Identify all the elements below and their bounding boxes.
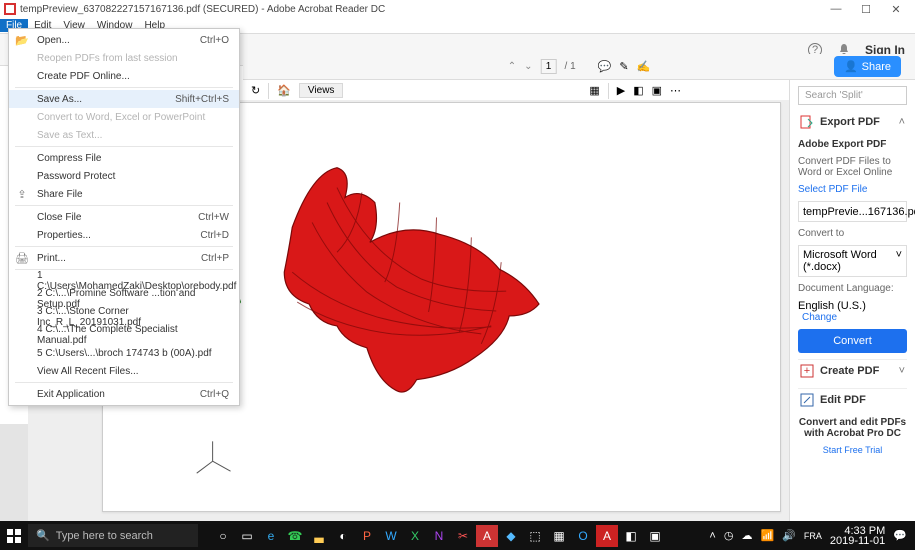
selected-file-label: tempPrevie...167136.pdf	[803, 206, 915, 218]
edit-promo-text: Convert and edit PDFs with Acrobat Pro D…	[798, 417, 907, 439]
task-snip[interactable]: ✂	[452, 525, 474, 547]
task-excel[interactable]: X	[404, 525, 426, 547]
print-icon: 🖨	[15, 251, 29, 265]
task-cortana[interactable]: ○	[212, 525, 234, 547]
menu-password[interactable]: Password Protect	[9, 167, 239, 185]
tray-time: 4:33 PM	[830, 526, 885, 536]
separator	[15, 205, 233, 206]
separator	[15, 246, 233, 247]
adobe-export-title: Adobe Export PDF	[798, 139, 907, 150]
convert-to-label: Convert to	[798, 228, 907, 239]
task-app-3[interactable]: ▦	[548, 525, 570, 547]
menu-exit[interactable]: Exit ApplicationCtrl+Q	[9, 385, 239, 403]
share-icon: ⇪	[15, 187, 29, 201]
convert-button[interactable]: Convert	[798, 329, 907, 353]
tray-volume-icon[interactable]: 🔊	[782, 529, 796, 542]
tray-date: 2019-11-01	[830, 536, 885, 546]
task-word[interactable]: W	[380, 525, 402, 547]
pdf-icon	[4, 3, 16, 15]
task-onenote[interactable]: N	[428, 525, 450, 547]
file-menu: 📂 Open... Ctrl+O Reopen PDFs from last s…	[8, 28, 240, 406]
export-icon	[800, 115, 814, 129]
tray-notifications-icon[interactable]: 💬	[893, 529, 907, 542]
task-explorer[interactable]: ▃	[308, 525, 330, 547]
open-icon: 📂	[15, 33, 29, 47]
menu-save-text: Save as Text...	[9, 126, 239, 144]
chevron-up-icon: ˄	[899, 116, 905, 128]
maximize-button[interactable]: ☐	[851, 0, 881, 18]
task-edge[interactable]: e	[260, 525, 282, 547]
export-pdf-label: Export PDF	[820, 116, 893, 128]
task-whatsapp[interactable]: ☎	[284, 525, 306, 547]
export-pdf-row[interactable]: Export PDF ˄	[798, 111, 907, 133]
task-autocad[interactable]: A	[476, 525, 498, 547]
svg-text:+: +	[804, 365, 810, 377]
convert-format-select[interactable]: Microsoft Word (*.docx) ˅	[798, 245, 907, 277]
menu-view-recent[interactable]: View All Recent Files...	[9, 362, 239, 380]
task-outlook[interactable]: O	[572, 525, 594, 547]
task-list: ○ ▭ e ☎ ▃ ◐ P W X N ✂ A ◆ ⬚ ▦ O A ◧ ▣	[212, 525, 666, 547]
tray-wifi-icon[interactable]: 📶	[760, 529, 774, 542]
task-acrobat[interactable]: A	[596, 525, 618, 547]
taskbar: 🔍 Type here to search ○ ▭ e ☎ ▃ ◐ P W X …	[0, 521, 915, 550]
tray-clock[interactable]: 4:33 PM 2019-11-01	[830, 526, 885, 546]
search-input[interactable]: Search 'Split'	[798, 86, 907, 105]
menu-recent-4[interactable]: 4 C:\...\The Complete Specialist Manual.…	[9, 326, 239, 344]
window-title: tempPreview_637082227157167136.pdf (SECU…	[20, 4, 821, 15]
tray-up-icon[interactable]: ˄	[709, 530, 715, 542]
create-pdf-row[interactable]: + Create PDF ˅	[798, 359, 907, 382]
doc-lang-label: Document Language:	[798, 283, 907, 294]
edit-pdf-row[interactable]: Edit PDF	[798, 388, 907, 411]
create-pdf-label: Create PDF	[820, 365, 893, 377]
menu-properties[interactable]: Properties...Ctrl+D	[9, 226, 239, 244]
chevron-down-icon: ˅	[899, 365, 905, 377]
right-panel: Search 'Split' Export PDF ˄ Adobe Export…	[789, 80, 915, 521]
menu-reopen: Reopen PDFs from last session	[9, 49, 239, 67]
chevron-down-icon: ˅	[896, 249, 902, 273]
task-app-1[interactable]: ◆	[500, 525, 522, 547]
tray-cloud-icon[interactable]: ☁	[741, 529, 752, 542]
menu-recent-5[interactable]: 5 C:\Users\...\broch 174743 b (00A).pdf	[9, 344, 239, 362]
menu-save-as[interactable]: Save As... Shift+Ctrl+S	[9, 90, 239, 108]
edit-pdf-label: Edit PDF	[820, 394, 905, 406]
menu-close-file[interactable]: Close FileCtrl+W	[9, 208, 239, 226]
separator	[15, 382, 233, 383]
start-trial-link[interactable]: Start Free Trial	[798, 445, 907, 455]
tray-lang[interactable]: FRA	[804, 531, 822, 541]
edit-pdf-icon	[800, 393, 814, 407]
menu-open[interactable]: 📂 Open... Ctrl+O	[9, 31, 239, 49]
separator	[15, 87, 233, 88]
taskbar-search-placeholder: Type here to search	[56, 530, 153, 542]
menu-compress[interactable]: Compress File	[9, 149, 239, 167]
task-taskview[interactable]: ▭	[236, 525, 258, 547]
separator	[15, 146, 233, 147]
task-app-2[interactable]: ⬚	[524, 525, 546, 547]
search-icon: 🔍	[36, 529, 50, 542]
close-button[interactable]: ✕	[881, 0, 911, 18]
change-lang-link[interactable]: Change	[802, 312, 837, 323]
task-app-5[interactable]: ▣	[644, 525, 666, 547]
task-app-4[interactable]: ◧	[620, 525, 642, 547]
doc-lang-value: English (U.S.)	[798, 300, 866, 312]
menu-print[interactable]: 🖨 Print... Ctrl+P	[9, 249, 239, 267]
menu-convert-office: Convert to Word, Excel or PowerPoint	[9, 108, 239, 126]
titlebar: tempPreview_637082227157167136.pdf (SECU…	[0, 0, 915, 18]
adobe-export-sub: Convert PDF Files to Word or Excel Onlin…	[798, 156, 907, 178]
create-pdf-icon: +	[800, 364, 814, 378]
select-pdf-link[interactable]: Select PDF File	[798, 184, 907, 195]
minimize-button[interactable]: —	[821, 0, 851, 18]
doc-lang-row: English (U.S.) Change	[798, 300, 907, 323]
menu-share[interactable]: ⇪ Share File	[9, 185, 239, 203]
convert-format-value: Microsoft Word (*.docx)	[803, 249, 896, 273]
menu-create-online[interactable]: Create PDF Online...	[9, 67, 239, 85]
system-tray: ˄ ◷ ☁ 📶 🔊 FRA 4:33 PM 2019-11-01 💬	[709, 526, 915, 546]
taskbar-search[interactable]: 🔍 Type here to search	[28, 524, 198, 547]
tray-icon-1[interactable]: ◷	[724, 529, 734, 542]
start-button[interactable]	[0, 521, 28, 550]
task-chrome[interactable]: ◐	[332, 525, 354, 547]
selected-file[interactable]: tempPrevie...167136.pdf ✕	[798, 201, 907, 222]
task-ppt[interactable]: P	[356, 525, 378, 547]
